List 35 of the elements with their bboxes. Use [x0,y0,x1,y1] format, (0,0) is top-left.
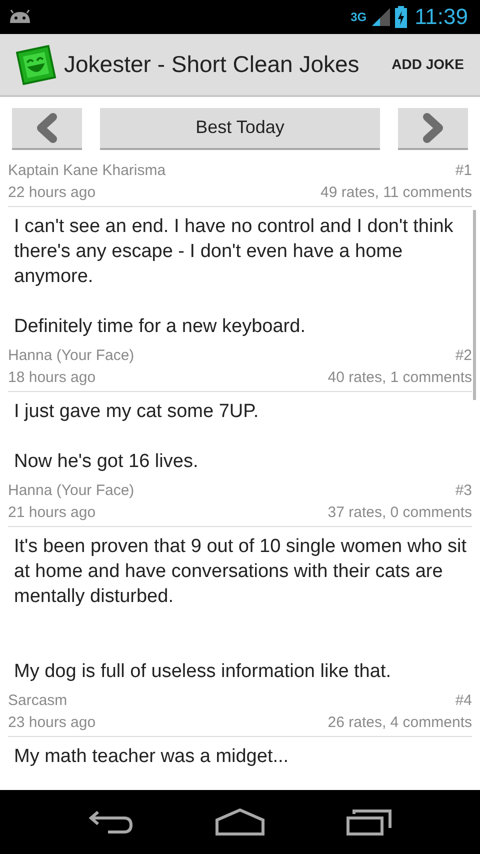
rating-stats: 26 rates, 4 comments [328,713,472,733]
home-icon[interactable] [214,808,265,836]
chevron-right-icon [422,112,444,142]
author-name: Kaptain Kane Kharisma [8,161,166,181]
add-joke-button[interactable]: ADD JOKE [388,46,468,83]
back-icon[interactable] [88,808,134,836]
joke-text[interactable]: I can't see an end. I have no control and I don't think there's any escape - I don't even have a home anymore. Definitely time for a new keyboard. [0,207,480,345]
author-name: Hanna (Your Face) [8,346,134,366]
post-time: 21 hours ago [8,503,96,523]
rank-number: #4 [455,691,472,711]
rank-number: #3 [455,481,472,501]
battery-icon [394,6,407,28]
android-icon [8,9,32,25]
recent-apps-icon[interactable] [346,808,392,836]
rank-number: #1 [455,161,472,181]
post-time: 22 hours ago [8,183,96,203]
rating-stats: 49 rates, 11 comments [320,183,472,203]
post-time: 23 hours ago [8,713,96,733]
rating-stats: 40 rates, 1 comments [328,368,472,388]
chevron-left-icon [36,112,58,142]
signal-icon [370,7,391,27]
joke-text[interactable]: I just gave my cat some 7UP. Now he's got 16 lives. [0,392,480,480]
post-time: 18 hours ago [8,368,96,388]
author-name: Hanna (Your Face) [8,481,134,501]
clock: 11:39 [414,6,468,28]
joke-text[interactable]: My math teacher was a midget... [0,737,480,775]
author-name: Sarcasm [8,691,68,711]
network-type: 3G [350,11,367,23]
previous-button[interactable] [12,108,82,150]
joke-text[interactable]: It's been proven that 9 out of 10 single women who sit at home and have conversations with their cats are mentally disturbed. My dog is full of useless information like that. [0,527,480,690]
app-title: Jokester - Short Clean Jokes [64,50,360,80]
rank-number: #2 [455,346,472,366]
rating-stats: 37 rates, 0 comments [328,503,472,523]
sort-button[interactable]: Best Today [100,108,380,150]
next-button[interactable] [398,108,468,150]
